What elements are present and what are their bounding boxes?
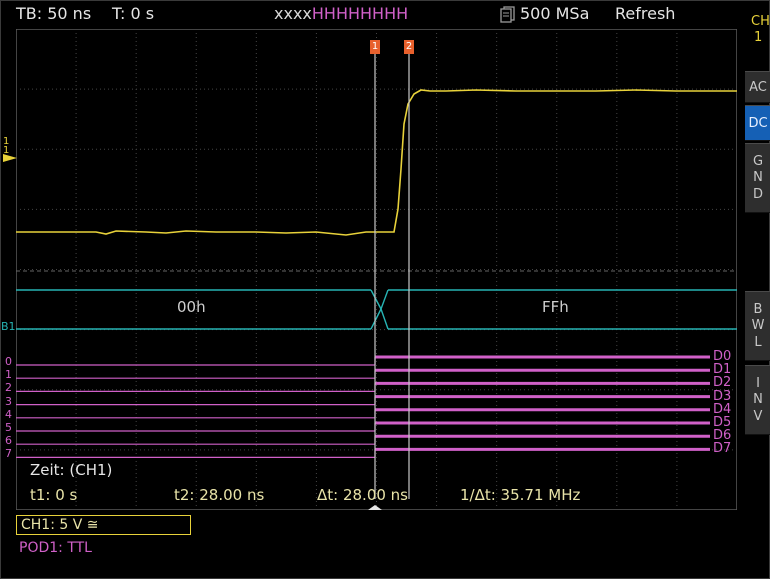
- digital-channel-index: 4: [5, 407, 12, 421]
- pod1-setting[interactable]: POD1: TTL: [19, 541, 92, 555]
- invert-button[interactable]: I N V: [745, 365, 770, 435]
- trigger-time-readout[interactable]: T: 0 s: [112, 6, 154, 22]
- digital-channel-label[interactable]: D1: [713, 363, 731, 376]
- digital-channel-index: 0: [5, 355, 12, 368]
- sidebar-channel-number: 1: [754, 30, 763, 45]
- digital-channel-label[interactable]: D0: [713, 350, 731, 363]
- sidebar-channel-label: CH: [751, 14, 770, 29]
- ch1-offset-marker[interactable]: 1 1: [3, 137, 17, 163]
- memory-icon: [498, 5, 518, 23]
- digital-channel-label[interactable]: D2: [713, 376, 731, 389]
- measurement-title[interactable]: Zeit: (CH1): [30, 463, 112, 478]
- digital-channel-label[interactable]: D3: [713, 390, 731, 403]
- digital-channel-index: 6: [5, 434, 12, 448]
- cursor-1-marker[interactable]: 1: [370, 40, 380, 54]
- digital-channel-index: 1: [5, 368, 12, 382]
- cursor-1-label: 1: [371, 41, 379, 52]
- ch1-setting-box[interactable]: CH1: 5 V ≅: [16, 515, 191, 535]
- measurement-delta-t: Δt: 28.00 ns: [317, 486, 408, 504]
- pattern-high-bits: HHHHHHHH: [311, 4, 409, 23]
- digital-channel-label[interactable]: D7: [713, 442, 731, 455]
- waveform-svg: [15, 28, 738, 511]
- digital-channel-index: 7: [5, 447, 12, 461]
- digital-channel-label[interactable]: D6: [713, 429, 731, 442]
- digital-channel-label[interactable]: D5: [713, 416, 731, 429]
- measurement-inverse-delta-t: 1/Δt: 35.71 MHz: [460, 486, 581, 504]
- ch1-setting-label: CH1: 5 V ≅: [21, 517, 99, 533]
- pattern-dontcare: xxxx: [274, 4, 312, 23]
- bandwidth-limit-button[interactable]: B W L: [745, 291, 770, 361]
- cursor-2-label: 2: [405, 41, 413, 52]
- waveform-display[interactable]: [15, 28, 738, 511]
- measurement-t1: t1: 0 s: [30, 486, 78, 504]
- coupling-ac-button[interactable]: AC: [745, 71, 770, 103]
- digital-channel-index: 5: [5, 421, 12, 434]
- sample-rate-readout[interactable]: 500 MSa: [520, 6, 589, 22]
- trigger-pattern[interactable]: xxxxHHHHHHHH: [274, 6, 408, 22]
- bus-b1-label[interactable]: B1: [1, 321, 16, 332]
- digital-channel-label[interactable]: D4: [713, 403, 731, 416]
- digital-channel-index: 2: [5, 381, 12, 395]
- coupling-gnd-button[interactable]: G N D: [745, 143, 770, 213]
- bus-value-before: 00h: [177, 298, 206, 316]
- measurement-t2: t2: 28.00 ns: [174, 486, 265, 504]
- digital-channel-index: 3: [5, 394, 12, 408]
- bus-value-after: FFh: [542, 298, 569, 316]
- oscilloscope-screen: TB: 50 ns T: 0 s xxxxHHHHHHHH 500 MSa Re…: [0, 0, 770, 579]
- coupling-dc-button[interactable]: DC: [745, 105, 770, 141]
- timebase-readout[interactable]: TB: 50 ns: [16, 6, 91, 22]
- cursor-2-marker[interactable]: 2: [404, 40, 414, 54]
- acquisition-mode[interactable]: Refresh: [615, 6, 675, 22]
